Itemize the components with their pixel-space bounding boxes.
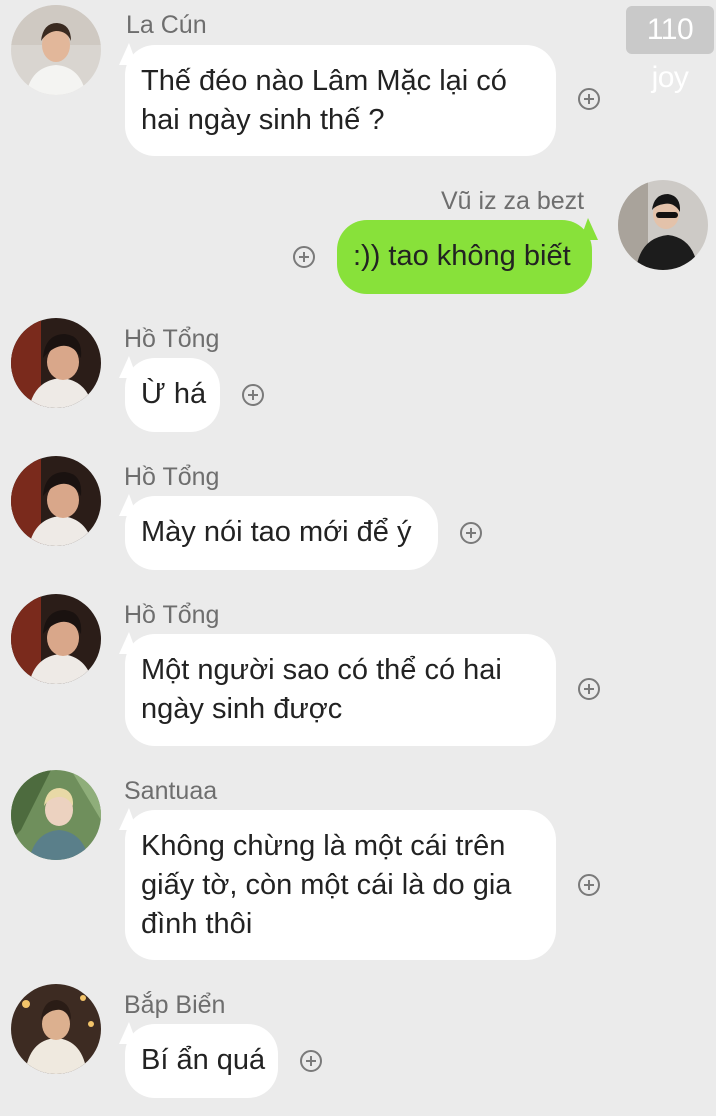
message-line: Một người sao có thể có hai	[141, 654, 502, 686]
message-bubble[interactable]: Mày nói tao mới để ý	[125, 496, 438, 570]
message-line: Bí ẩn quá	[141, 1044, 266, 1076]
sender-name: Hồ Tổng	[124, 463, 220, 491]
sender-name: La Cún	[126, 11, 207, 39]
message-line: Thế đéo nào Lâm Mặc lại có	[141, 65, 507, 97]
message-line: giấy tờ, còn một cái là do gia	[141, 869, 512, 901]
message-line: đình thôi	[141, 908, 253, 940]
avatar-ho-tong-icon	[11, 318, 101, 408]
add-reaction-icon[interactable]	[293, 246, 315, 268]
avatar-bap-bien-icon	[11, 984, 101, 1074]
sender-name: Hồ Tổng	[124, 601, 220, 629]
avatar[interactable]	[11, 5, 101, 95]
message-line: :)) tao không biết	[353, 240, 571, 272]
add-reaction-icon[interactable]	[578, 874, 600, 896]
message-line: Ừ há	[141, 378, 207, 410]
avatar-ho-tong-icon	[11, 456, 101, 546]
sender-name: Santuaa	[124, 777, 218, 805]
message-line: Mày nói tao mới để ý	[141, 516, 412, 548]
message-line: Không chừng là một cái trên	[141, 830, 506, 862]
message-bubble[interactable]: Một người sao có thể có hai ngày sinh đư…	[125, 634, 556, 746]
message-bubble[interactable]: :)) tao không biết	[337, 220, 592, 294]
avatar[interactable]	[618, 180, 708, 270]
add-reaction-icon[interactable]	[300, 1050, 322, 1072]
add-reaction-icon[interactable]	[460, 522, 482, 544]
add-reaction-icon[interactable]	[242, 384, 264, 406]
message-bubble[interactable]: Thế đéo nào Lâm Mặc lại có hai ngày sinh…	[125, 45, 556, 156]
avatar[interactable]	[11, 770, 101, 860]
avatar-la-cun-icon	[11, 5, 101, 95]
message-bubble[interactable]: Ừ há	[125, 358, 220, 432]
sender-name: Hồ Tổng	[124, 325, 220, 353]
watermark-label: 110 joy	[626, 6, 714, 94]
avatar[interactable]	[11, 456, 101, 546]
message-bubble[interactable]: Bí ẩn quá	[125, 1024, 278, 1098]
avatar-santuaa-icon	[11, 770, 101, 860]
message-bubble[interactable]: Không chừng là một cái trên giấy tờ, còn…	[125, 810, 556, 960]
avatar[interactable]	[11, 984, 101, 1074]
sender-name: Bắp Biển	[124, 991, 226, 1019]
add-reaction-icon[interactable]	[578, 678, 600, 700]
avatar[interactable]	[11, 318, 101, 408]
message-line: ngày sinh được	[141, 693, 343, 725]
message-line: hai ngày sinh thế ?	[141, 104, 385, 136]
sender-name: Vũ iz za bezt	[441, 187, 585, 215]
avatar-vu-icon	[618, 180, 708, 270]
avatar-ho-tong-icon	[11, 594, 101, 684]
add-reaction-icon[interactable]	[578, 88, 600, 110]
avatar[interactable]	[11, 594, 101, 684]
